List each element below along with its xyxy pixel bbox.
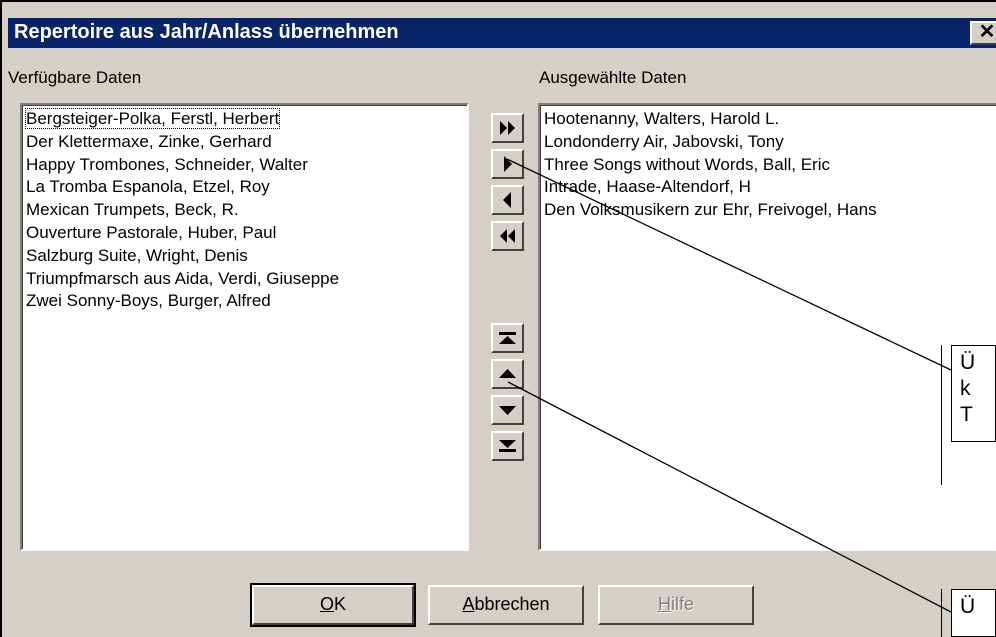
move-right-icon xyxy=(504,156,512,172)
callout-bar xyxy=(941,589,942,637)
ok-button[interactable]: OK xyxy=(250,583,416,627)
close-button[interactable]: ✕ xyxy=(970,21,996,45)
list-item[interactable]: Salzburg Suite, Wright, Denis xyxy=(26,245,467,268)
callout-line: Ü xyxy=(960,351,976,374)
move-all-right-icon xyxy=(500,121,515,135)
list-item[interactable]: Den Volksmusikern zur Ehr, Freivogel, Ha… xyxy=(544,199,996,222)
list-item[interactable]: Three Songs without Words, Ball, Eric xyxy=(544,154,996,177)
available-data-label: Verfügbare Daten xyxy=(8,68,142,87)
move-right-button[interactable] xyxy=(491,149,524,179)
move-up-icon xyxy=(499,369,516,378)
selected-data-label: Ausgewählte Daten xyxy=(539,68,687,87)
move-to-bottom-button[interactable] xyxy=(491,431,524,461)
title-bar[interactable]: Repertoire aus Jahr/Anlass übernehmen ✕ xyxy=(8,18,996,48)
move-left-button[interactable] xyxy=(491,185,524,215)
dialog-title: Repertoire aus Jahr/Anlass übernehmen xyxy=(14,21,399,43)
move-left-icon xyxy=(503,192,511,208)
help-button[interactable]: Hilfe xyxy=(598,585,754,625)
callout-bar xyxy=(941,345,942,485)
selected-data-list[interactable]: Hootenanny, Walters, Harold L. Londonder… xyxy=(538,103,996,551)
list-item[interactable]: Ouverture Pastorale, Huber, Paul xyxy=(26,222,467,245)
available-data-list[interactable]: Bergsteiger-Polka, Ferstl, Herbert Der K… xyxy=(20,103,469,551)
move-to-top-icon xyxy=(499,332,516,344)
list-item[interactable]: Londonderry Air, Jabovski, Tony xyxy=(544,131,996,154)
list-item[interactable]: Bergsteiger-Polka, Ferstl, Herbert xyxy=(24,108,467,131)
list-item[interactable]: Hootenanny, Walters, Harold L. xyxy=(544,108,996,131)
move-down-button[interactable] xyxy=(491,395,524,425)
list-item[interactable]: Mexican Trumpets, Beck, R. xyxy=(26,199,467,222)
move-to-bottom-icon xyxy=(499,440,516,452)
move-down-icon xyxy=(499,406,516,415)
move-all-left-icon xyxy=(500,229,515,243)
list-item[interactable]: Zwei Sonny-Boys, Burger, Alfred xyxy=(26,290,467,313)
callout-box: Ü xyxy=(951,589,996,637)
move-all-left-button[interactable] xyxy=(491,221,524,251)
move-up-button[interactable] xyxy=(491,359,524,389)
callout-box: Ü k T xyxy=(951,345,996,442)
move-all-right-button[interactable] xyxy=(491,113,524,143)
callout-line: T xyxy=(960,403,973,426)
callout-line: Ü xyxy=(960,595,976,618)
move-to-top-button[interactable] xyxy=(491,323,524,353)
cancel-button[interactable]: Abbrechen xyxy=(428,585,584,625)
list-item[interactable]: Der Klettermaxe, Zinke, Gerhard xyxy=(26,131,467,154)
list-item[interactable]: La Tromba Espanola, Etzel, Roy xyxy=(26,176,467,199)
dialog-window: Repertoire aus Jahr/Anlass übernehmen ✕ … xyxy=(0,0,996,637)
callout-line: k xyxy=(960,377,971,400)
list-item[interactable]: Intrade, Haase-Altendorf, H xyxy=(544,176,996,199)
close-icon: ✕ xyxy=(978,21,996,43)
list-item[interactable]: Happy Trombones, Schneider, Walter xyxy=(26,154,467,177)
list-item[interactable]: Triumpfmarsch aus Aida, Verdi, Giuseppe xyxy=(26,268,467,291)
